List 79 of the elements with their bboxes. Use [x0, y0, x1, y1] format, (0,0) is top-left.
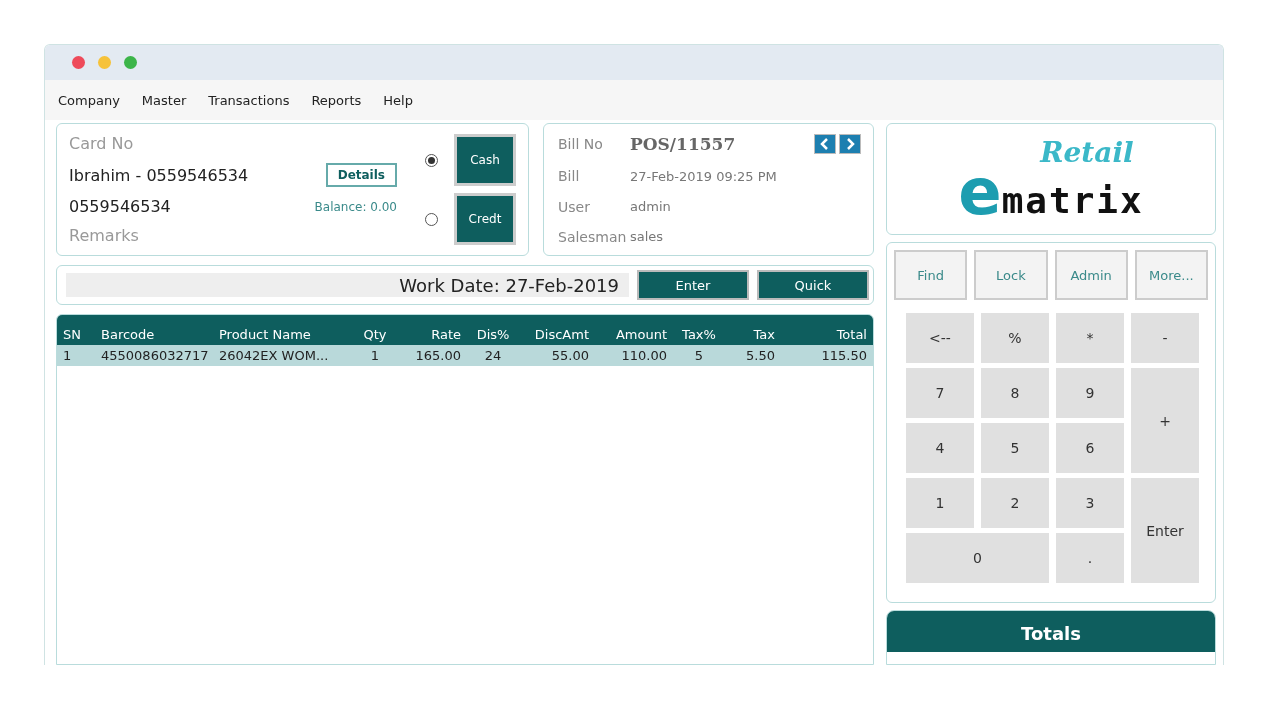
bill-label: Salesman: [558, 229, 628, 245]
keypad-key[interactable]: %: [981, 313, 1049, 363]
column-header: Tax: [752, 326, 776, 344]
column-header: Rate: [430, 326, 462, 344]
keypad-key[interactable]: 6: [1056, 423, 1124, 473]
column-header: Barcode: [100, 326, 156, 344]
bill-value: 27-Feb-2019 09:25 PM: [630, 168, 777, 184]
keypad-key[interactable]: Enter: [1131, 478, 1199, 583]
table-cell-text: 165.00: [414, 347, 462, 365]
bill-label: User: [558, 198, 591, 215]
keypad-key[interactable]: .: [1056, 533, 1124, 583]
next-button[interactable]: [839, 134, 861, 154]
function-button[interactable]: Find: [894, 250, 968, 300]
keypad-key[interactable]: 8: [981, 368, 1049, 418]
table-cell-text: 1: [62, 347, 73, 365]
table-cell-text: 24: [483, 347, 503, 365]
action-button[interactable]: Quick: [757, 270, 869, 300]
chevron-right-icon: [845, 138, 855, 150]
close-icon[interactable]: [72, 56, 85, 69]
customer-phone: 0559546534: [69, 197, 171, 216]
logo-name: matrix: [1001, 182, 1144, 219]
bill-value: admin: [630, 199, 671, 215]
menu-item[interactable]: Master: [141, 92, 187, 108]
table-cell-text: 115.50: [820, 347, 868, 365]
keypad-key[interactable]: 0: [906, 533, 1049, 583]
keypad-key[interactable]: 4: [906, 423, 974, 473]
function-button[interactable]: Admin: [1054, 250, 1128, 300]
function-button[interactable]: Lock: [974, 250, 1048, 300]
table-row[interactable]: 1 4550086032717 26042EX WOM... 1 165.00 24 55.00 110.00 5 5.50 115.50: [57, 345, 873, 366]
previous-button[interactable]: [814, 134, 836, 154]
bill-value: sales: [630, 229, 664, 245]
balance-text: Balance: 0.00: [314, 199, 397, 214]
menu-item[interactable]: Reports: [311, 92, 362, 108]
chevron-left-icon: [820, 138, 830, 150]
keypad-key[interactable]: +: [1131, 368, 1199, 473]
details-button[interactable]: Details: [325, 163, 397, 187]
menu-item[interactable]: Company: [58, 92, 120, 108]
table-cell-text: 5.50: [745, 347, 776, 365]
keypad-key[interactable]: 1: [906, 478, 974, 528]
table-cell-text: 5: [693, 347, 705, 365]
keypad-key[interactable]: 3: [1056, 478, 1124, 528]
column-header: SN: [62, 326, 82, 344]
keypad-key[interactable]: <--: [906, 313, 974, 363]
customer-name: Ibrahim - 0559546534: [69, 165, 249, 185]
table-cell-text: 55.00: [550, 347, 590, 365]
column-header: Tax%: [681, 326, 717, 344]
payment-button[interactable]: Cash: [454, 134, 516, 186]
radio-button[interactable]: [425, 212, 438, 226]
action-button[interactable]: Enter: [637, 270, 749, 300]
table-cell-text: 4550086032717: [100, 347, 210, 365]
table-cell-text: 110.00: [620, 347, 668, 365]
column-header: Amount: [614, 326, 668, 344]
bill-label: Bill: [558, 168, 581, 185]
card-label: Card No: [69, 134, 135, 153]
keypad-key[interactable]: 9: [1056, 368, 1124, 418]
column-header: Product Name: [218, 326, 312, 344]
totals-header: Totals: [887, 611, 1215, 652]
payment-button[interactable]: Credt: [454, 193, 516, 245]
column-header: DiscAmt: [533, 326, 590, 344]
bill-label: Bill No: [558, 136, 604, 152]
logo-tagline: Retail: [1040, 139, 1134, 168]
work-date-field[interactable]: Work Date: 27-Feb-2019: [66, 273, 629, 297]
column-header: Qty: [362, 326, 388, 344]
table-cell-text: 1: [369, 347, 381, 365]
column-header: Total: [835, 326, 868, 344]
menu-item[interactable]: Transactions: [208, 92, 290, 108]
bill-value: POS/11557: [630, 134, 736, 154]
column-header: Dis%: [475, 326, 511, 344]
remarks-label: Remarks: [69, 226, 140, 245]
keypad-key[interactable]: *: [1056, 313, 1124, 363]
logo-mark: e: [958, 167, 1002, 219]
menu-item[interactable]: Help: [383, 92, 413, 108]
keypad-key[interactable]: 7: [906, 368, 974, 418]
keypad-key[interactable]: 2: [981, 478, 1049, 528]
function-button[interactable]: More...: [1134, 250, 1208, 300]
radio-button[interactable]: [425, 153, 438, 167]
table-cell-text: 26042EX WOM...: [218, 347, 330, 365]
keypad-key[interactable]: -: [1131, 313, 1199, 363]
keypad-key[interactable]: 5: [981, 423, 1049, 473]
